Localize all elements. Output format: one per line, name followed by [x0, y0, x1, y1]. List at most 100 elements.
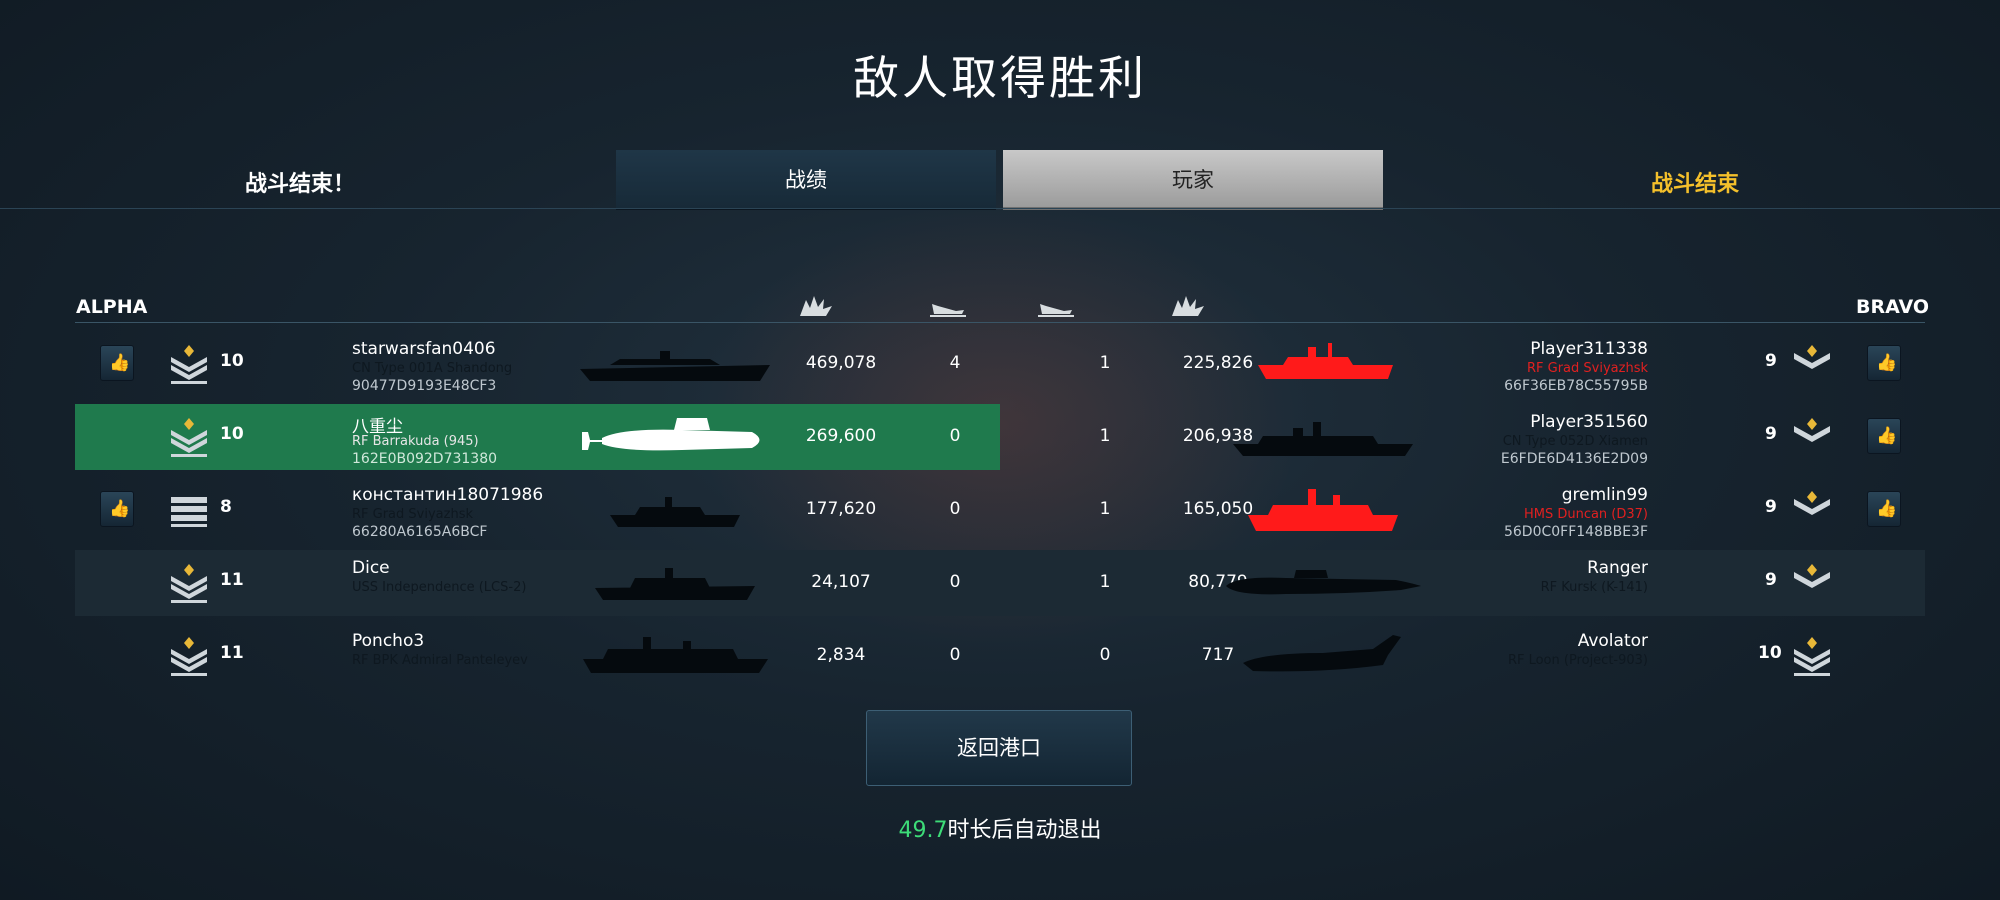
player-rank: 10 [1758, 643, 1782, 663]
damage-dealt: 177,620 [805, 499, 877, 519]
team-alpha-label: ALPHA [76, 296, 148, 318]
player-name[interactable]: Avolator [1578, 631, 1648, 651]
kills: 1 [1099, 426, 1111, 446]
kills: 1 [1099, 499, 1111, 519]
ship-silhouette [595, 568, 755, 600]
damage-dealt: 24,107 [811, 572, 871, 592]
submarine-silhouette [1226, 570, 1421, 595]
kills: 0 [949, 572, 961, 592]
ship-name: RF Kursk (K-141) [1540, 580, 1648, 595]
kills: 1 [1099, 353, 1111, 373]
kills: 1 [1099, 572, 1111, 592]
explosion-icon [1172, 296, 1204, 316]
chevron-rank-icon [171, 637, 207, 676]
tab-players[interactable]: 玩家 [1003, 150, 1383, 210]
table-row: 👍 10 starwarsfan0406 CN Type 001A Shando… [75, 331, 1925, 397]
chevron-rank-icon [1794, 637, 1830, 676]
ekranoplan-silhouette [1243, 635, 1401, 672]
battle-over-label-left: 战斗结束！ [244, 172, 355, 197]
table-row: 👍 8 константин18071986 RF Grad Sviyazhsk… [75, 477, 1925, 543]
explosion-icon [800, 296, 832, 316]
submarine-silhouette [582, 418, 760, 451]
sinking-ship-icon [930, 304, 966, 317]
ship-name: RF BPK Admiral Panteleyev [352, 653, 528, 668]
chevron-rank-icon [171, 418, 207, 457]
return-to-port-button[interactable]: 返回港口 [866, 710, 1132, 786]
player-id: 90477D9193E48CF3 [352, 378, 497, 394]
like-button[interactable]: 👍 [1867, 418, 1901, 454]
damage-dealt: 469,078 [805, 353, 877, 373]
like-button[interactable]: 👍 [100, 345, 134, 381]
like-button[interactable]: 👍 [100, 491, 134, 527]
player-id: 66F36EB78C55795B [1504, 378, 1648, 394]
player-id: 56D0C0FF148BBE3F [1503, 524, 1648, 540]
thumbs-up-icon: 👍 [1876, 499, 1898, 519]
player-name[interactable]: константин18071986 [352, 485, 543, 505]
kills: 4 [949, 353, 961, 373]
chevron-rank-icon [1794, 418, 1830, 442]
ship-silhouette [580, 351, 770, 381]
ship-name: RF Grad Sviyazhsk [1527, 361, 1648, 376]
player-name[interactable]: gremlin99 [1562, 485, 1648, 505]
match-result-title: 敌人取得胜利 [853, 51, 1147, 105]
bars-rank-icon [171, 497, 207, 527]
ship-name: CN Type 052D Xiamen [1502, 434, 1648, 449]
battle-over-label-right: 战斗结束 [1650, 172, 1739, 197]
auto-exit-notice: 49.7时长后自动退出 [0, 812, 2000, 844]
countdown-timer: 49.7 [898, 818, 948, 843]
ship-silhouette-enemy [1258, 343, 1393, 379]
player-rank: 9 [1765, 424, 1777, 444]
ship-name: HMS Duncan (D37) [1523, 507, 1648, 522]
sinking-ship-icon [1038, 304, 1074, 317]
like-button[interactable]: 👍 [1867, 345, 1901, 381]
player-name[interactable]: Player351560 [1530, 412, 1648, 432]
auto-exit-text: 时长后自动退出 [947, 818, 1102, 843]
ship-name: USS Independence (LCS-2) [352, 580, 527, 595]
column-header-divider [75, 322, 1925, 323]
kills: 0 [949, 645, 961, 665]
header-divider [0, 208, 2000, 209]
like-button[interactable]: 👍 [1867, 491, 1901, 527]
kills: 0 [949, 426, 961, 446]
chevron-rank-icon [1794, 491, 1830, 515]
thumbs-up-icon: 👍 [109, 499, 131, 519]
player-name[interactable]: Poncho3 [352, 631, 424, 651]
tab-stats[interactable]: 战绩 [616, 150, 996, 210]
player-rank: 10 [220, 351, 244, 371]
thumbs-up-icon: 👍 [109, 353, 131, 373]
ship-silhouette-enemy [1248, 489, 1398, 531]
table-row: 11 Dice USS Independence (LCS-2) 24,107 … [75, 550, 1925, 616]
thumbs-up-icon: 👍 [1876, 353, 1898, 373]
player-name[interactable]: Player311338 [1530, 339, 1648, 359]
ship-name: RF Grad Sviyazhsk [352, 507, 473, 522]
ship-name: RF Barrakuda (945) [352, 434, 479, 449]
ship-silhouette [610, 497, 740, 527]
player-name[interactable]: starwarsfan0406 [352, 339, 496, 359]
player-rank: 9 [1765, 570, 1777, 590]
player-id: 66280A6165A6BCF [352, 524, 488, 540]
chevron-rank-icon [1794, 345, 1830, 369]
ship-silhouette [583, 637, 768, 673]
chevron-rank-icon [171, 345, 207, 384]
chevron-rank-icon [171, 564, 207, 603]
player-rank: 8 [220, 497, 232, 517]
player-rank: 9 [1765, 351, 1777, 371]
player-name[interactable]: Dice [352, 558, 390, 578]
ship-silhouette [1233, 422, 1413, 456]
player-rank: 9 [1765, 497, 1777, 517]
player-id: 162E0B092D731380 [352, 451, 498, 467]
damage-dealt: 2,834 [816, 645, 866, 665]
player-name[interactable]: Ranger [1587, 558, 1648, 578]
kills: 0 [949, 499, 961, 519]
damage-dealt: 269,600 [805, 426, 877, 446]
player-rank: 11 [220, 570, 244, 590]
thumbs-up-icon: 👍 [1876, 426, 1898, 446]
ship-name: CN Type 001A Shandong [352, 361, 513, 376]
player-rank: 11 [220, 643, 244, 663]
player-rank: 10 [220, 424, 244, 444]
table-row: 11 Poncho3 RF BPK Admiral Panteleyev 2,8… [75, 623, 1925, 689]
kills: 0 [1099, 645, 1111, 665]
table-row: 10 八重尘 RF Barrakuda (945) 162E0B092D7313… [75, 404, 1925, 470]
ship-name: RF Loon (Project-903) [1507, 653, 1648, 668]
player-id: E6FDE6D4136E2D09 [1500, 451, 1648, 467]
